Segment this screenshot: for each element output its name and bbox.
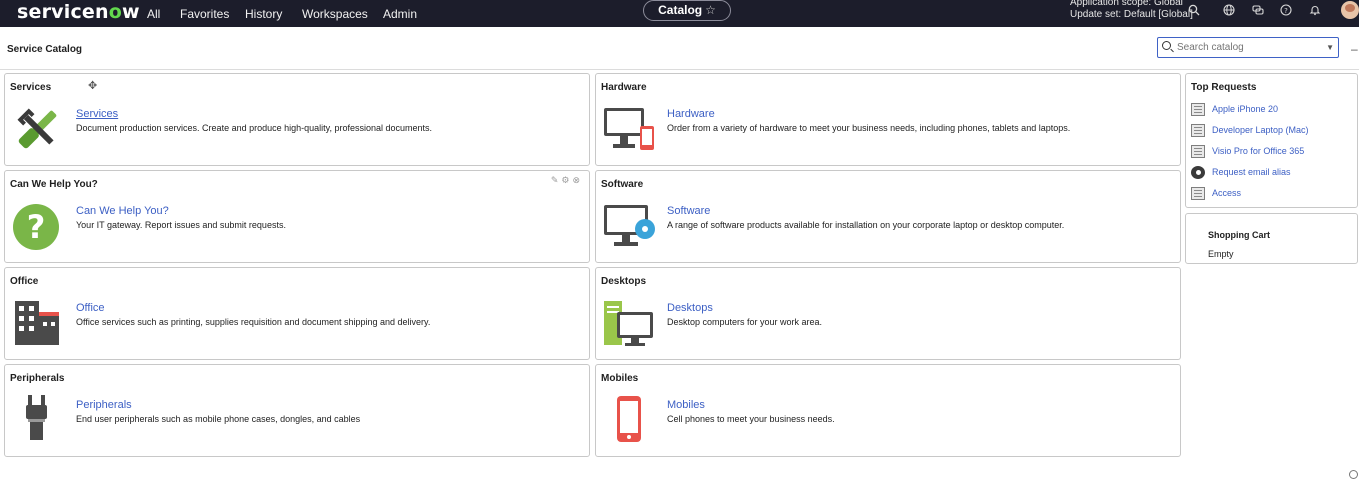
plug-icon	[12, 395, 64, 445]
collapse-icon[interactable]: –	[1351, 42, 1358, 56]
nav-workspaces[interactable]: Workspaces	[302, 7, 368, 21]
category-card-office: Office Office Office services such as pr…	[4, 267, 590, 360]
shopping-cart-status: Empty	[1208, 249, 1234, 259]
top-request-item[interactable]: Request email alias	[1191, 165, 1356, 181]
card-description: Desktop computers for your work area.	[667, 317, 823, 327]
catalog-item-icon	[1191, 187, 1205, 200]
globe-icon[interactable]	[1221, 4, 1237, 20]
category-card-desktops: Desktops Desktops Desktop computers for …	[595, 267, 1181, 360]
close-icon[interactable]: ⊗	[572, 175, 583, 185]
category-card-software: Software Software A range of software pr…	[595, 170, 1181, 263]
card-title: Hardware	[601, 82, 647, 93]
card-title: Can We Help You?	[10, 179, 98, 190]
desktops-link[interactable]: Desktops	[667, 302, 713, 314]
notifications-bell-icon[interactable]	[1307, 4, 1323, 20]
help-icon[interactable]: ?	[1278, 4, 1294, 20]
catalog-item-icon	[1191, 145, 1205, 158]
top-request-item[interactable]: Access	[1191, 186, 1356, 202]
peripherals-link[interactable]: Peripherals	[76, 399, 132, 411]
card-description: Document production services. Create and…	[76, 123, 433, 133]
application-scope-text: Application scope: Global	[1070, 0, 1183, 8]
search-catalog-box[interactable]: ▼	[1157, 37, 1339, 58]
application-scope-info[interactable]: Application scope: Global Update set: De…	[1070, 0, 1193, 21]
mobiles-link[interactable]: Mobiles	[667, 399, 705, 411]
office-link[interactable]: Office	[76, 302, 105, 314]
search-input[interactable]	[1177, 40, 1317, 55]
favorite-star-icon[interactable]: ☆	[705, 3, 716, 17]
card-description: Order from a variety of hardware to meet…	[667, 123, 1071, 133]
catalog-item-icon	[1191, 103, 1205, 116]
card-title: Services	[10, 82, 52, 93]
shopping-cart-title: Shopping Cart	[1208, 230, 1270, 240]
hardware-icon	[603, 104, 655, 154]
refresh-icon[interactable]	[1349, 470, 1358, 479]
office-building-icon	[12, 298, 64, 348]
tools-icon	[12, 104, 64, 154]
card-description: Cell phones to meet your business needs.	[667, 414, 835, 424]
catalog-item-icon	[1191, 124, 1205, 137]
top-navigation-bar: servicenow All Favorites History Workspa…	[0, 0, 1359, 27]
nav-favorites[interactable]: Favorites	[180, 7, 229, 21]
top-request-link[interactable]: Developer Laptop (Mac)	[1212, 125, 1309, 135]
category-card-mobiles: Mobiles Mobiles Cell phones to meet your…	[595, 364, 1181, 457]
nav-history[interactable]: History	[245, 7, 282, 21]
top-requests-title: Top Requests	[1191, 82, 1257, 93]
svg-text:?: ?	[1284, 7, 1288, 15]
category-card-hardware: Hardware Hardware Order from a variety o…	[595, 73, 1181, 166]
page-title: Service Catalog	[7, 44, 83, 55]
top-request-link[interactable]: Request email alias	[1212, 167, 1291, 177]
question-icon: ?	[12, 201, 64, 251]
card-title: Mobiles	[601, 373, 639, 384]
card-description: End user peripherals such as mobile phon…	[76, 414, 361, 424]
can-we-help-you-link[interactable]: Can We Help You?	[76, 205, 169, 217]
edit-pencil-icon[interactable]: ✎	[551, 175, 562, 185]
desktop-icon	[603, 298, 655, 348]
services-link[interactable]: Services	[76, 108, 118, 120]
software-link[interactable]: Software	[667, 205, 710, 217]
chevron-down-icon[interactable]: ▼	[1326, 43, 1334, 52]
global-search-icon[interactable]	[1186, 4, 1202, 20]
shopping-cart-widget: Shopping Cart Empty	[1185, 213, 1358, 264]
chat-icon[interactable]	[1250, 4, 1266, 20]
top-request-link[interactable]: Apple iPhone 20	[1212, 104, 1278, 114]
category-card-peripherals: Peripherals Peripherals End user periphe…	[4, 364, 590, 457]
top-request-item[interactable]: Visio Pro for Office 365	[1191, 144, 1356, 160]
drag-handle-icon[interactable]: ✥	[88, 79, 97, 92]
card-title: Desktops	[601, 276, 647, 287]
nav-admin[interactable]: Admin	[383, 7, 417, 21]
card-title: Peripherals	[10, 373, 65, 384]
top-request-link[interactable]: Access	[1212, 188, 1241, 198]
top-request-link[interactable]: Visio Pro for Office 365	[1212, 146, 1304, 156]
catalog-context-pill[interactable]: Catalog ☆	[643, 0, 731, 21]
page-header: Service Catalog ▼ –	[0, 27, 1359, 70]
top-requests-widget: Top Requests Apple iPhone 20 Developer L…	[1185, 73, 1358, 208]
email-item-icon	[1191, 166, 1205, 179]
card-title: Office	[10, 276, 39, 287]
top-request-item[interactable]: Developer Laptop (Mac)	[1191, 123, 1356, 139]
category-card-services: Services ✥ Services Document production …	[4, 73, 590, 166]
top-request-item[interactable]: Apple iPhone 20	[1191, 102, 1356, 118]
settings-gear-icon[interactable]: ⚙	[561, 175, 572, 185]
card-description: Your IT gateway. Report issues and submi…	[76, 220, 286, 230]
card-title: Software	[601, 179, 644, 190]
user-avatar[interactable]	[1341, 1, 1359, 19]
mobile-phone-icon	[603, 395, 655, 445]
catalog-pill-label: Catalog	[658, 3, 703, 17]
nav-all[interactable]: All	[147, 7, 160, 21]
software-icon	[603, 201, 655, 251]
update-set-text: Update set: Default [Global]	[1070, 9, 1193, 20]
servicenow-logo[interactable]: servicenow	[17, 1, 140, 23]
category-card-can-we-help-you: Can We Help You? ✎⚙⊗ ? Can We Help You? …	[4, 170, 590, 263]
svg-text:?: ?	[27, 208, 46, 246]
card-description: Office services such as printing, suppli…	[76, 317, 431, 327]
search-icon	[1162, 41, 1171, 50]
hardware-link[interactable]: Hardware	[667, 108, 715, 120]
card-description: A range of software products available f…	[667, 220, 1065, 230]
